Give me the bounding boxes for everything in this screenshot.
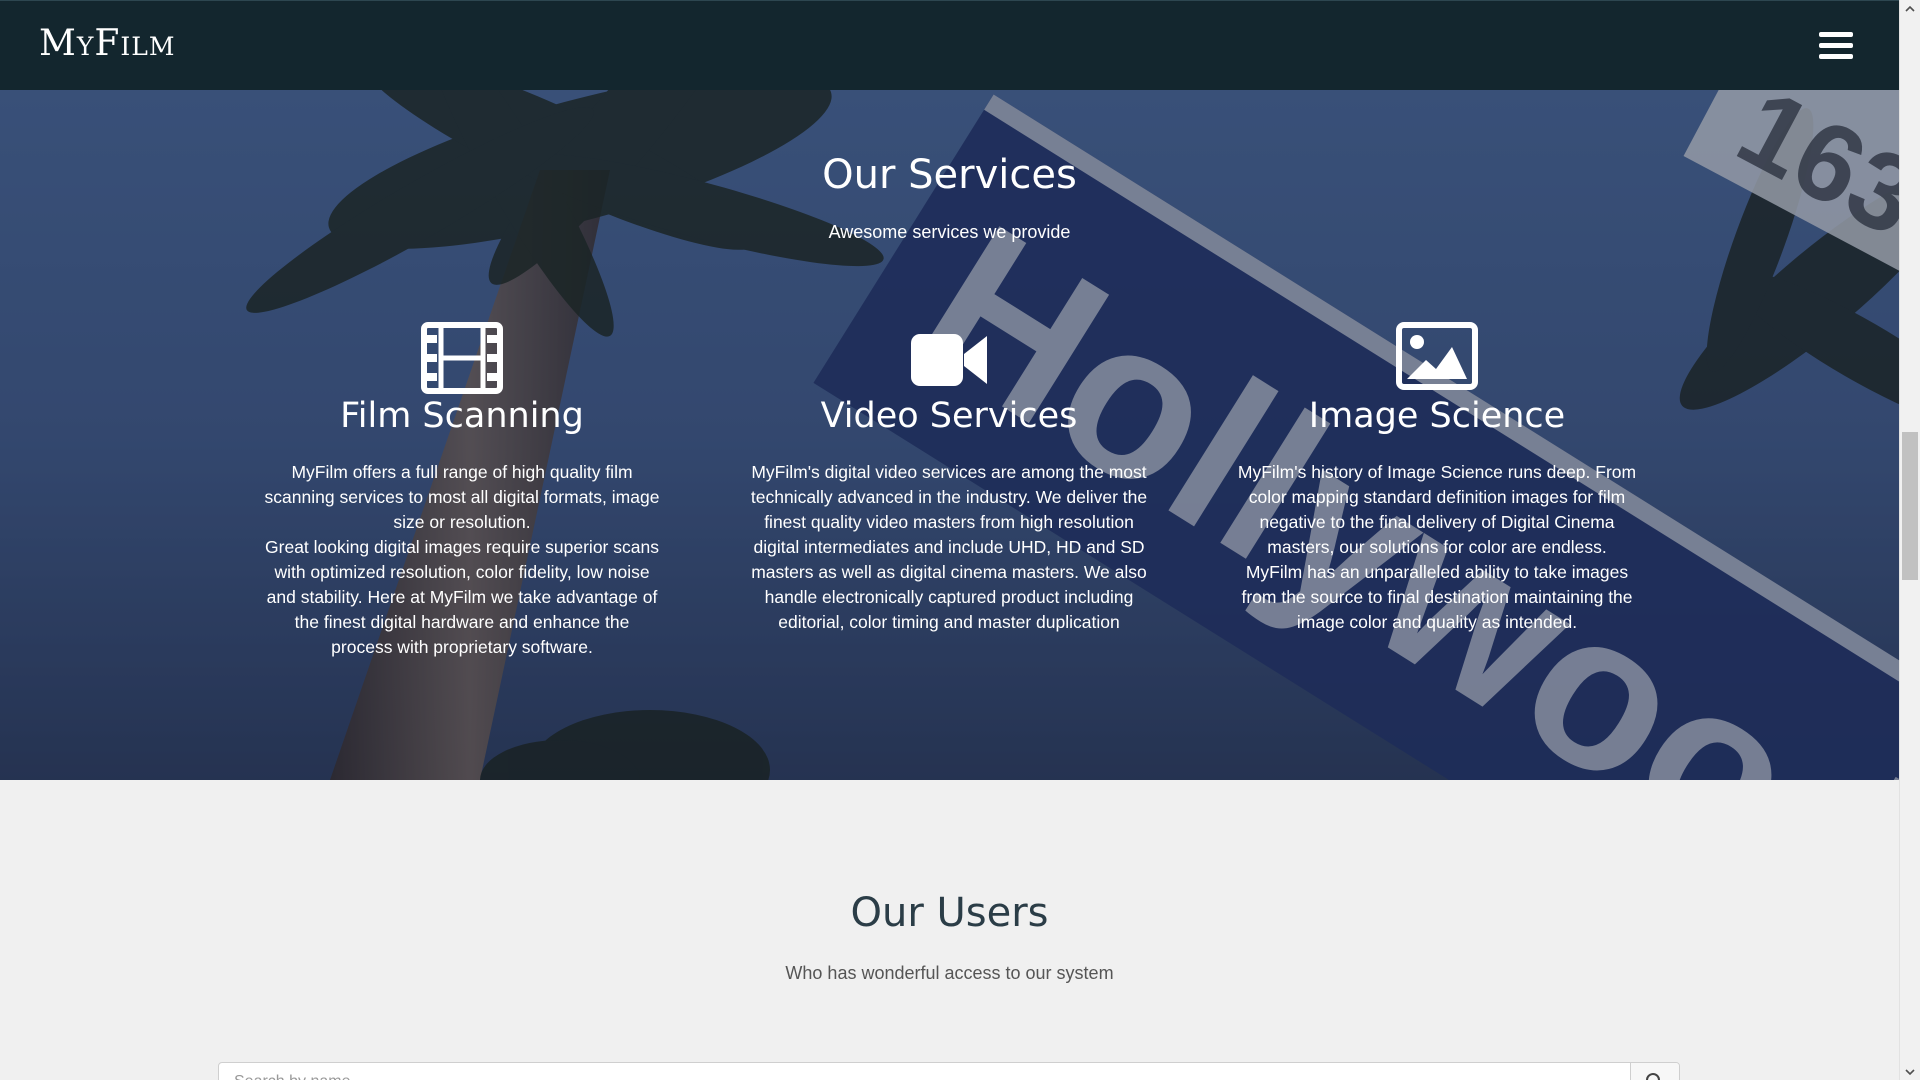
hamburger-menu-icon[interactable] — [1819, 32, 1853, 60]
video-camera-icon — [911, 334, 987, 386]
service-image-science: Image Science MyFilm's history of Image … — [1237, 322, 1637, 635]
service-film-scanning: Film Scanning MyFilm offers a full range… — [262, 322, 662, 660]
services-title: Our Services — [822, 152, 1077, 198]
service-paragraph: MyFilm offers a full range of high quali… — [264, 462, 660, 532]
services-subtitle: Awesome services we provide — [828, 222, 1071, 242]
search-button[interactable] — [1630, 1063, 1679, 1080]
image-icon — [1396, 322, 1478, 390]
user-search-bar — [218, 1062, 1680, 1080]
service-title: Video Services — [820, 396, 1078, 436]
service-title: Film Scanning — [340, 396, 584, 436]
page-viewport: Hollywood 163 Our Services Awesome servi… — [0, 0, 1899, 1080]
scroll-down-arrow-icon[interactable] — [1900, 1063, 1920, 1080]
service-title: Image Science — [1308, 396, 1566, 436]
vertical-scrollbar[interactable] — [1899, 0, 1920, 1080]
users-title: Our Users — [850, 890, 1049, 936]
brand-logo[interactable]: MyFilm — [39, 23, 175, 64]
service-paragraph: Great looking digital images require sup… — [265, 537, 659, 657]
search-icon — [1646, 1073, 1660, 1080]
scroll-up-arrow-icon[interactable] — [1900, 0, 1920, 17]
search-input[interactable] — [219, 1063, 1631, 1080]
services-section: Hollywood 163 Our Services Awesome servi… — [0, 90, 1899, 780]
scrollbar-thumb[interactable] — [1902, 432, 1918, 580]
film-icon — [421, 322, 503, 394]
top-navbar: MyFilm — [0, 0, 1899, 90]
service-description: MyFilm offers a full range of high quali… — [262, 460, 662, 660]
service-paragraph: MyFilm's digital video services are amon… — [750, 462, 1148, 632]
service-paragraph: MyFilm's history of Image Science runs d… — [1237, 462, 1637, 632]
users-subtitle: Who has wonderful access to our system — [785, 963, 1114, 983]
service-video-services: Video Services MyFilm's digital video se… — [749, 322, 1149, 635]
service-description: MyFilm's digital video services are amon… — [749, 460, 1149, 635]
service-description: MyFilm's history of Image Science runs d… — [1237, 460, 1637, 635]
